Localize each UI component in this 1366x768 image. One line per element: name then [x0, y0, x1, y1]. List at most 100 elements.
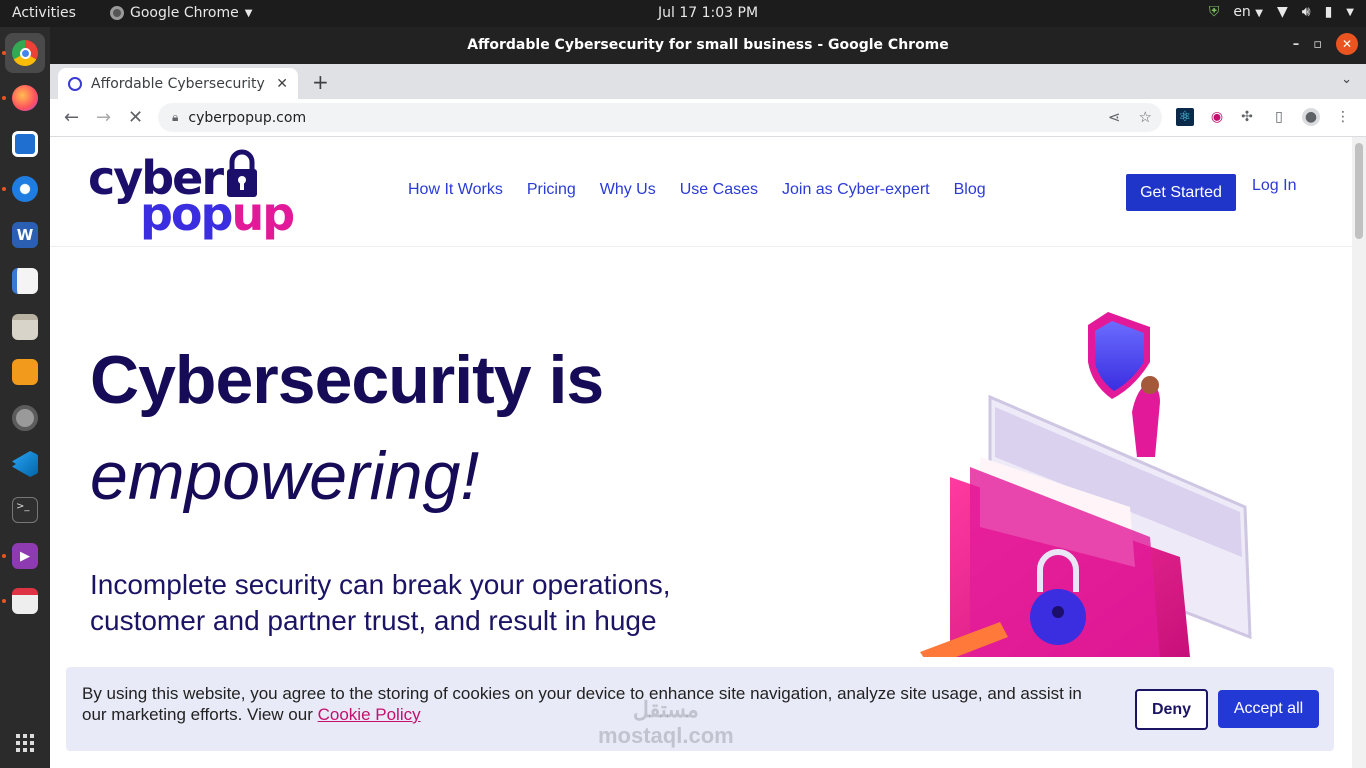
close-tab-icon[interactable]: ✕: [276, 76, 288, 92]
dock-firefox[interactable]: [2, 78, 45, 118]
side-panel-icon[interactable]: ▯: [1270, 108, 1288, 126]
main-nav: How It Works Pricing Why Us Use Cases Jo…: [408, 181, 986, 199]
site-header: cyber popup How It Works Pricing Why Us …: [50, 137, 1352, 247]
tab-active[interactable]: Affordable Cybersecurity ✕: [58, 68, 298, 99]
stop-loading-icon[interactable]: ✕: [128, 107, 143, 128]
language-indicator[interactable]: en ▼: [1233, 4, 1263, 20]
app-grid-icon: [16, 734, 34, 752]
mostaql-watermark: مستقل mostaql.com: [598, 697, 734, 749]
app-menu-label: Google Chrome: [130, 5, 239, 21]
tab-search-icon[interactable]: ⌄: [1341, 72, 1352, 87]
volume-icon[interactable]: 🔊︎: [1302, 4, 1311, 20]
url-text: cyberpopup.com: [188, 109, 307, 126]
login-link[interactable]: Log In: [1252, 177, 1296, 195]
favicon-icon: [68, 76, 82, 91]
screenshot-icon: [12, 588, 38, 614]
forward-icon[interactable]: →: [96, 107, 111, 128]
tab-strip: Affordable Cybersecurity ✕ + ⌄: [50, 64, 1366, 99]
running-indicator: [2, 51, 6, 55]
chrome-icon: [12, 40, 38, 66]
extensions-puzzle-icon[interactable]: ✣: [1238, 108, 1256, 126]
cyberpopup-logo[interactable]: cyber popup: [88, 149, 298, 241]
dock-notes[interactable]: [5, 261, 45, 301]
dock-terminal[interactable]: >_: [5, 490, 45, 530]
dock-video-player[interactable]: ▶: [2, 536, 45, 576]
bookmark-star-icon[interactable]: ☆: [1139, 108, 1152, 126]
video-player-icon: ▶: [12, 543, 38, 569]
profile-avatar-icon[interactable]: ●: [1302, 108, 1320, 126]
clock[interactable]: Jul 17 1:03 PM: [658, 5, 758, 21]
nav-use-cases[interactable]: Use Cases: [680, 181, 758, 199]
scrollbar-thumb[interactable]: [1355, 143, 1363, 239]
get-started-button[interactable]: Get Started: [1126, 174, 1236, 211]
vscode-icon: [12, 451, 38, 477]
watermark-latin: mostaql.com: [598, 723, 734, 748]
page-scrollbar[interactable]: [1352, 137, 1366, 768]
nav-blog[interactable]: Blog: [954, 181, 986, 199]
minimize-icon[interactable]: –: [1293, 37, 1300, 52]
battery-icon[interactable]: ▮: [1325, 4, 1333, 20]
system-tray[interactable]: ⛨ en ▼ ▼ 🔊︎ ▮ ▼: [1209, 4, 1354, 20]
files-icon: [12, 314, 38, 340]
lock-icon[interactable]: 🔒︎: [172, 110, 178, 125]
running-indicator: [2, 599, 6, 603]
gnome-top-bar: Activities Google Chrome ▼ Jul 17 1:03 P…: [0, 0, 1366, 27]
back-icon[interactable]: ←: [64, 107, 79, 128]
accept-all-button[interactable]: Accept all: [1218, 690, 1319, 728]
running-indicator: [2, 554, 6, 558]
react-devtools-icon[interactable]: ⚛: [1176, 108, 1194, 126]
dock-vscode[interactable]: [5, 444, 45, 484]
logo-up: up: [231, 187, 295, 241]
dock-chrome[interactable]: [2, 33, 45, 73]
wifi-icon[interactable]: ▼: [1277, 4, 1288, 20]
running-indicator: [2, 96, 6, 100]
dock-thunderbird[interactable]: [2, 169, 45, 209]
dock-app-store[interactable]: [5, 352, 45, 392]
maximize-icon[interactable]: ▫: [1313, 37, 1322, 52]
logo-popup: popup: [140, 187, 295, 241]
browser-toolbar: ← → ✕ 🔒︎ cyberpopup.com ⋖ ☆ ⚛ ◉ ✣ ▯ ● ⋮: [50, 99, 1366, 137]
share-icon[interactable]: ⋖: [1108, 108, 1121, 126]
dock-app-grid[interactable]: [5, 723, 45, 763]
thunderbird-icon: [12, 176, 38, 202]
terminal-icon: >_: [12, 497, 38, 523]
kebab-menu-icon[interactable]: ⋮: [1334, 108, 1352, 126]
chevron-down-icon[interactable]: ▼: [1346, 7, 1354, 18]
cookie-policy-link[interactable]: Cookie Policy: [318, 705, 421, 724]
app-menu[interactable]: Google Chrome ▼: [110, 5, 252, 21]
cookie-text: By using this website, you agree to the …: [82, 683, 1092, 725]
dock-settings[interactable]: [5, 398, 45, 438]
chevron-down-icon: ▼: [1255, 8, 1263, 19]
dock-text-editor[interactable]: [5, 124, 45, 164]
dock-files[interactable]: [5, 307, 45, 347]
word-icon: W: [12, 222, 38, 248]
settings-icon: [12, 405, 38, 431]
text-editor-icon: [12, 131, 38, 157]
window-controls: – ▫ ✕: [1293, 33, 1358, 55]
app-store-icon: [12, 359, 38, 385]
dock-word[interactable]: W: [5, 215, 45, 255]
deny-button[interactable]: Deny: [1135, 689, 1208, 730]
nav-why-us[interactable]: Why Us: [600, 181, 656, 199]
new-tab-icon[interactable]: +: [312, 70, 329, 94]
chevron-down-icon: ▼: [244, 7, 253, 19]
nav-join-cyber-expert[interactable]: Join as Cyber-expert: [782, 181, 930, 199]
watermark-arabic: مستقل: [632, 697, 699, 722]
cookie-message: By using this website, you agree to the …: [82, 684, 1082, 724]
nav-pricing[interactable]: Pricing: [527, 181, 576, 199]
chrome-window: Affordable Cybersecurity for small busin…: [50, 27, 1366, 768]
language-label: en: [1233, 4, 1251, 20]
shield-icon[interactable]: ⛨: [1209, 4, 1220, 20]
dock-screenshot[interactable]: [2, 581, 45, 621]
address-bar[interactable]: 🔒︎ cyberpopup.com ⋖ ☆: [158, 103, 1162, 132]
activities-button[interactable]: Activities: [12, 5, 76, 21]
logo-pop: pop: [140, 187, 233, 241]
title-bar[interactable]: Affordable Cybersecurity for small busin…: [50, 27, 1366, 64]
broadcast-extension-icon[interactable]: ◉: [1208, 108, 1226, 126]
nav-how-it-works[interactable]: How It Works: [408, 181, 503, 199]
page-viewport: cyber popup How It Works Pricing Why Us …: [50, 137, 1352, 768]
shield-graphic: [1088, 312, 1150, 399]
close-window-icon[interactable]: ✕: [1336, 33, 1358, 55]
hero-headline: Cybersecurity is: [90, 342, 604, 418]
dock: W >_ ▶: [0, 27, 50, 768]
